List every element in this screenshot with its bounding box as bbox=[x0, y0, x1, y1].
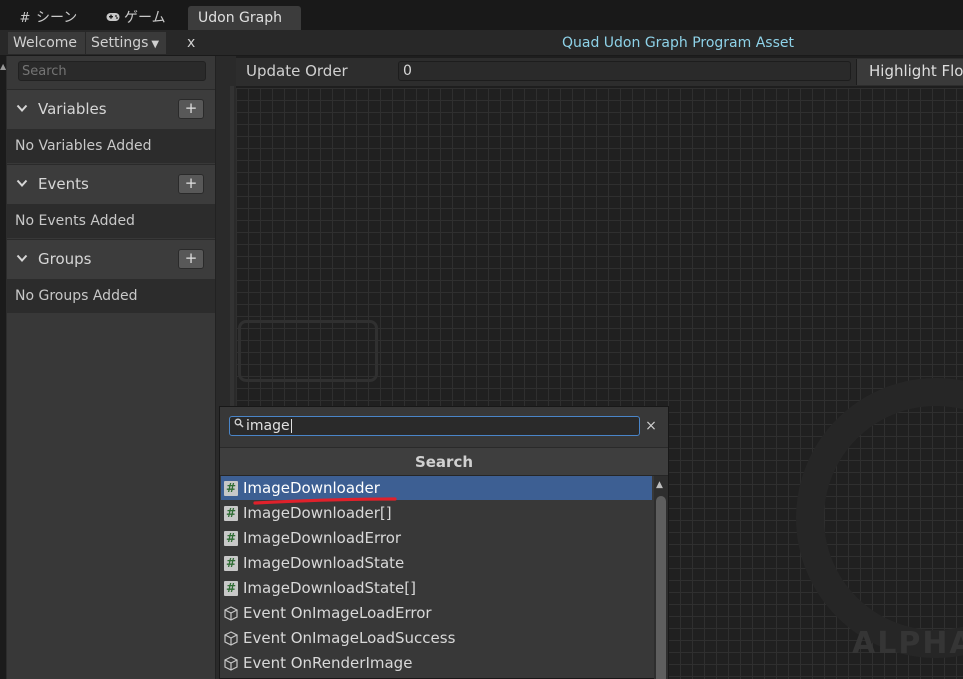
search-result-label: Event OnImageLoadSuccess bbox=[243, 629, 456, 647]
settings-label: Settings bbox=[91, 35, 149, 51]
chevron-down-icon bbox=[16, 179, 28, 187]
gamepad-icon bbox=[106, 7, 120, 31]
search-result-item[interactable]: Event OnImageLoadError bbox=[221, 601, 652, 625]
add-event-button[interactable]: + bbox=[178, 174, 204, 194]
window-tab-bar: # シーン ゲーム Udon Graph bbox=[0, 0, 963, 30]
groups-section-header[interactable]: Groups + bbox=[7, 239, 215, 279]
tab-game-label: ゲーム bbox=[124, 10, 166, 26]
node-search-input[interactable]: image bbox=[229, 416, 640, 436]
tab-game[interactable]: ゲーム bbox=[98, 6, 174, 30]
chevron-down-icon: ▼ bbox=[151, 39, 160, 50]
search-result-label: ImageDownloadState[] bbox=[243, 579, 416, 597]
search-result-label: Event OnImageLoadError bbox=[243, 604, 432, 622]
tab-udon-graph[interactable]: Udon Graph bbox=[188, 6, 301, 30]
cube-icon bbox=[224, 606, 238, 621]
cube-icon bbox=[224, 631, 238, 646]
variables-empty-state: No Variables Added bbox=[7, 129, 215, 163]
search-query-text: image bbox=[246, 417, 292, 435]
search-query-value: image bbox=[246, 418, 290, 434]
search-result-label: ImageDownloadError bbox=[243, 529, 402, 547]
alpha-watermark: ALPHA bbox=[852, 626, 963, 661]
groups-empty-state: No Groups Added bbox=[7, 279, 215, 313]
add-group-button[interactable]: + bbox=[178, 249, 204, 269]
close-label: x bbox=[187, 35, 196, 51]
variables-section-header[interactable]: Variables + bbox=[7, 89, 215, 129]
blackboard-sidebar: Variables + No Variables Added Events + … bbox=[7, 56, 216, 679]
search-result-label: ImageDownloadState bbox=[243, 554, 405, 572]
red-underline-annotation bbox=[253, 497, 397, 505]
close-graph-button[interactable]: x bbox=[172, 32, 208, 54]
events-empty-text: No Events Added bbox=[15, 213, 135, 229]
collapse-strip[interactable]: ▲ bbox=[0, 56, 7, 679]
search-result-item[interactable]: # ImageDownloadState[] bbox=[221, 576, 652, 600]
sidebar-search-input[interactable] bbox=[18, 61, 206, 81]
scroll-up-arrow-icon[interactable]: ▲ bbox=[656, 480, 663, 490]
search-result-item[interactable]: # ImageDownloadError bbox=[221, 526, 652, 550]
scrollbar-thumb[interactable] bbox=[656, 496, 666, 679]
hash-script-icon: # bbox=[224, 531, 238, 546]
variables-title: Variables bbox=[38, 100, 107, 118]
highlight-flow-toggle[interactable]: Highlight Flow bbox=[856, 59, 963, 85]
welcome-label: Welcome bbox=[13, 35, 78, 51]
update-order-field[interactable]: 0 bbox=[398, 61, 851, 81]
search-results-header: Search bbox=[220, 447, 668, 476]
graph-toolbar: Welcome Settings ▼ x Quad Udon Graph Prog… bbox=[0, 30, 963, 56]
groups-empty-text: No Groups Added bbox=[15, 288, 138, 304]
update-order-label: Update Order bbox=[246, 62, 348, 80]
clear-search-button[interactable]: × bbox=[642, 416, 660, 436]
welcome-button[interactable]: Welcome bbox=[8, 32, 85, 54]
groups-title: Groups bbox=[38, 250, 92, 268]
search-result-label: Event OnRenderImage bbox=[243, 654, 413, 672]
hash-script-icon: # bbox=[224, 556, 238, 571]
events-empty-state: No Events Added bbox=[7, 204, 215, 238]
events-section-header[interactable]: Events + bbox=[7, 164, 215, 204]
tab-scene[interactable]: # シーン bbox=[10, 6, 85, 30]
cube-icon bbox=[224, 656, 238, 671]
search-result-item[interactable]: Event OnRenderImage bbox=[221, 651, 652, 675]
chevron-down-icon bbox=[16, 104, 28, 112]
search-result-item[interactable]: Event OnImageLoadSuccess bbox=[221, 626, 652, 650]
asset-title: Quad Udon Graph Program Asset bbox=[561, 35, 794, 51]
chevron-down-icon bbox=[16, 254, 28, 262]
settings-dropdown[interactable]: Settings ▼ bbox=[86, 32, 166, 54]
hash-script-icon: # bbox=[224, 481, 238, 496]
add-variable-button[interactable]: + bbox=[178, 99, 204, 119]
variables-empty-text: No Variables Added bbox=[15, 138, 152, 154]
udon-logo-watermark bbox=[238, 320, 378, 382]
search-results-list: # ImageDownloader # ImageDownloader[] # … bbox=[220, 476, 654, 679]
results-scrollbar[interactable]: ▲ bbox=[654, 476, 668, 679]
text-caret bbox=[290, 419, 292, 433]
collapse-arrow-icon: ▲ bbox=[0, 62, 7, 71]
tab-scene-label: シーン bbox=[36, 10, 78, 26]
grid-icon: # bbox=[19, 11, 31, 26]
events-title: Events bbox=[38, 175, 89, 193]
search-result-item[interactable]: # ImageDownloadState bbox=[221, 551, 652, 575]
tab-udon-graph-label: Udon Graph bbox=[198, 10, 282, 26]
search-icon bbox=[234, 418, 244, 431]
hash-script-icon: # bbox=[224, 581, 238, 596]
hash-script-icon: # bbox=[224, 506, 238, 521]
node-search-popup: image × Search # ImageDownloader # Image… bbox=[219, 406, 669, 679]
vrchat-watermark-circle bbox=[796, 378, 963, 658]
graph-header: Update Order 0 Highlight Flow bbox=[236, 58, 963, 86]
